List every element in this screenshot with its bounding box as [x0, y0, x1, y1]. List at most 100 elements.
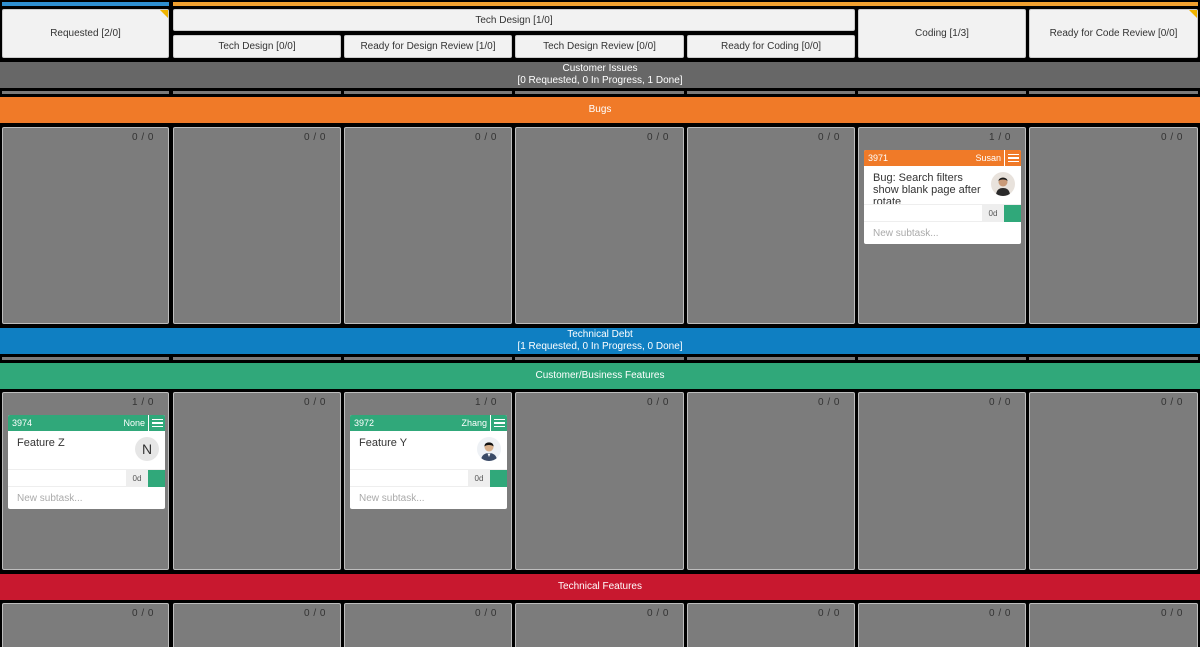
new-subtask-input[interactable]: New subtask...	[864, 222, 1021, 244]
swimlane-customer-issues[interactable]: Customer Issues [0 Requested, 0 In Progr…	[0, 62, 1200, 88]
column-title: Requested [2/0]	[50, 28, 121, 39]
swimlane-customer-business-features[interactable]: Customer/Business Features	[0, 363, 1200, 389]
estimate-value[interactable]: 0d	[468, 470, 490, 487]
hamburger-menu-icon[interactable]	[1004, 150, 1021, 166]
bugs-cell-requested[interactable]: 0 / 0	[2, 127, 169, 324]
cell-count: 1 / 0	[132, 397, 154, 408]
swimlane-title: Customer Issues	[562, 63, 638, 74]
column-title: Ready for Design Review [1/0]	[360, 41, 496, 52]
hamburger-menu-icon[interactable]	[490, 415, 507, 431]
cell-count: 0 / 0	[132, 132, 154, 143]
column-header-tech-design[interactable]: Tech Design [0/0]	[173, 35, 341, 58]
features-cell-ready-design-review[interactable]: 1 / 0 3972 Zhang Feature Y 0d New subtas…	[344, 392, 512, 570]
swimlane-bugs[interactable]: Bugs	[0, 97, 1200, 123]
bugs-cell-tech-design-review[interactable]: 0 / 0	[515, 127, 684, 324]
card-id[interactable]: 3971	[868, 153, 975, 163]
swimlane-technical-features[interactable]: Technical Features	[0, 574, 1200, 600]
bugs-cell-coding[interactable]: 1 / 0 3971 Susan Bug: Search filters sho…	[858, 127, 1026, 324]
requested-color-bar	[2, 2, 169, 6]
technical-cell-ready-code-review[interactable]: 0 / 0	[1029, 603, 1198, 647]
swimlane-title: Bugs	[588, 104, 612, 115]
card-id[interactable]: 3972	[354, 418, 461, 428]
cell-count: 0 / 0	[1161, 397, 1183, 408]
card-body[interactable]: Feature Y	[350, 431, 507, 469]
task-card[interactable]: 3972 Zhang Feature Y 0d New subtask...	[350, 415, 507, 509]
features-cell-coding[interactable]: 0 / 0	[858, 392, 1026, 570]
swimlane-title: Technical Features	[558, 581, 642, 592]
card-title: Bug: Search filters show blank page afte…	[873, 172, 981, 208]
technical-cell-tech-design[interactable]: 0 / 0	[173, 603, 341, 647]
hamburger-menu-icon[interactable]	[148, 415, 165, 431]
bugs-cell-ready-code-review[interactable]: 0 / 0	[1029, 127, 1198, 324]
cell-count: 0 / 0	[304, 608, 326, 619]
corner-flag-icon	[160, 10, 168, 18]
card-id[interactable]: 3974	[12, 418, 123, 428]
estimate-value[interactable]: 0d	[126, 470, 148, 487]
bugs-cell-tech-design[interactable]: 0 / 0	[173, 127, 341, 324]
column-title: Ready for Code Review [0/0]	[1049, 28, 1178, 39]
card-owner[interactable]: Susan	[975, 153, 1001, 163]
column-header-requested[interactable]: Requested [2/0]	[2, 9, 169, 58]
swimlane-technical-debt[interactable]: Technical Debt [1 Requested, 0 In Progre…	[0, 328, 1200, 354]
cell-count: 0 / 0	[475, 608, 497, 619]
column-header-ready-for-design-review[interactable]: Ready for Design Review [1/0]	[344, 35, 512, 58]
card-body[interactable]: Bug: Search filters show blank page afte…	[864, 166, 1021, 208]
cell-count: 1 / 0	[475, 397, 497, 408]
features-cell-tech-design[interactable]: 0 / 0	[173, 392, 341, 570]
cell-count: 0 / 0	[304, 132, 326, 143]
avatar[interactable]: N	[135, 437, 159, 461]
card-header: 3974 None	[8, 415, 165, 431]
card-estimate-row: 0d	[8, 469, 165, 487]
bugs-cell-ready-design-review[interactable]: 0 / 0	[344, 127, 512, 324]
column-header-ready-for-coding[interactable]: Ready for Coding [0/0]	[687, 35, 855, 58]
cell-count: 0 / 0	[304, 397, 326, 408]
person-avatar-icon	[477, 437, 501, 461]
task-card[interactable]: 3974 None Feature Z N 0d New subtask...	[8, 415, 165, 509]
column-header-coding[interactable]: Coding [1/3]	[858, 9, 1026, 58]
swimlane-summary: [1 Requested, 0 In Progress, 0 Done]	[517, 341, 683, 352]
features-cell-ready-code-review[interactable]: 0 / 0	[1029, 392, 1198, 570]
technical-cell-requested[interactable]: 0 / 0	[2, 603, 169, 647]
card-title: Feature Y	[359, 437, 408, 449]
column-header-ready-for-code-review[interactable]: Ready for Code Review [0/0]	[1029, 9, 1198, 58]
technical-cell-ready-coding[interactable]: 0 / 0	[687, 603, 855, 647]
card-estimate-row: 0d	[350, 469, 507, 487]
avatar[interactable]	[477, 437, 501, 461]
corner-flag-icon	[1189, 10, 1197, 18]
features-cell-tech-design-review[interactable]: 0 / 0	[515, 392, 684, 570]
technical-cell-ready-design-review[interactable]: 0 / 0	[344, 603, 512, 647]
person-avatar-icon	[991, 172, 1015, 196]
cell-count: 0 / 0	[1161, 132, 1183, 143]
avatar[interactable]	[991, 172, 1015, 196]
cell-count: 0 / 0	[818, 397, 840, 408]
column-title: Tech Design Review [0/0]	[543, 41, 656, 52]
column-header-tech-design-review[interactable]: Tech Design Review [0/0]	[515, 35, 684, 58]
technical-cell-tech-design-review[interactable]: 0 / 0	[515, 603, 684, 647]
bugs-cell-ready-coding[interactable]: 0 / 0	[687, 127, 855, 324]
estimate-value[interactable]: 0d	[982, 205, 1004, 222]
new-subtask-input[interactable]: New subtask...	[350, 487, 507, 509]
features-cell-ready-coding[interactable]: 0 / 0	[687, 392, 855, 570]
card-owner[interactable]: Zhang	[461, 418, 487, 428]
cell-count: 0 / 0	[818, 608, 840, 619]
card-owner[interactable]: None	[123, 418, 145, 428]
features-cell-requested[interactable]: 1 / 0 3974 None Feature Z N 0d New subta…	[2, 392, 169, 570]
cell-count: 0 / 0	[647, 132, 669, 143]
kanban-board: Requested [2/0] Tech Design [1/0] Tech D…	[0, 0, 1200, 647]
cell-count: 0 / 0	[1161, 608, 1183, 619]
column-title: Coding [1/3]	[915, 28, 969, 39]
progress-indicator[interactable]	[148, 470, 165, 487]
cell-count: 0 / 0	[132, 608, 154, 619]
swimlane-title: Customer/Business Features	[535, 370, 665, 381]
progress-indicator[interactable]	[490, 470, 507, 487]
technical-cell-coding[interactable]: 0 / 0	[858, 603, 1026, 647]
column-group-header-tech-design[interactable]: Tech Design [1/0]	[173, 9, 855, 31]
progress-indicator[interactable]	[1004, 205, 1021, 222]
cell-count: 0 / 0	[647, 397, 669, 408]
task-card[interactable]: 3971 Susan Bug: Search filters show blan…	[864, 150, 1021, 244]
new-subtask-input[interactable]: New subtask...	[8, 487, 165, 509]
cell-count: 0 / 0	[475, 132, 497, 143]
column-title: Tech Design [0/0]	[218, 41, 296, 52]
card-estimate-row: 0d	[864, 204, 1021, 222]
card-body[interactable]: Feature Z N	[8, 431, 165, 469]
